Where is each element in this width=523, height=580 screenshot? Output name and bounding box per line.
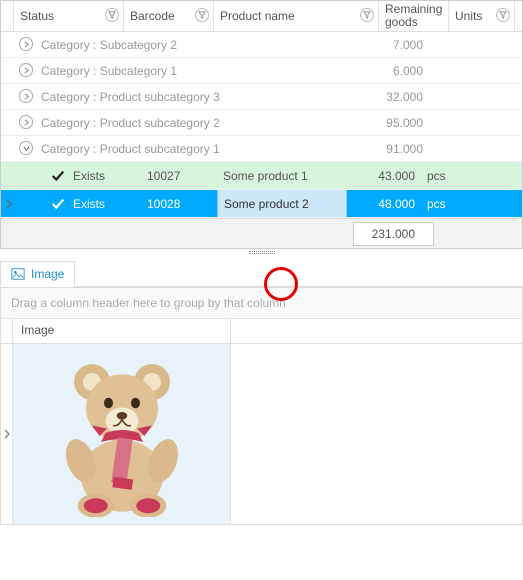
expand-icon[interactable] <box>17 141 35 156</box>
row-indicator-icon <box>3 199 15 209</box>
detail-tab-strip: Image <box>0 257 523 287</box>
group-label: Category : Product subcategory 2 <box>35 116 361 130</box>
column-label: Units <box>455 9 482 23</box>
group-total: 7.000 <box>361 38 431 52</box>
group-label: Category : Product subcategory 1 <box>35 142 361 156</box>
group-row[interactable]: Category : Product subcategory 191.000 <box>1 136 522 162</box>
group-label: Category : Product subcategory 3 <box>35 90 361 104</box>
column-header-product-name[interactable]: Product name <box>214 1 379 31</box>
products-grid: Status Barcode Product name Remaining go… <box>0 0 523 249</box>
image-grid: Drag a column header here to group by th… <box>0 287 523 525</box>
row-selector-header <box>1 319 13 343</box>
splitter-handle-icon <box>249 251 275 254</box>
summary-row: 231.000 <box>1 218 522 248</box>
cell-remaining: 43.000 <box>347 169 421 183</box>
group-total: 91.000 <box>361 142 431 156</box>
group-row[interactable]: Category : Subcategory 27.000 <box>1 32 522 58</box>
cell-barcode: 10027 <box>141 169 217 183</box>
row-selector-header <box>1 1 14 31</box>
check-icon <box>51 169 65 183</box>
column-label: Barcode <box>130 9 175 23</box>
cell-remaining: 48.000 <box>347 197 421 211</box>
group-total: 95.000 <box>361 116 431 130</box>
column-header-remaining[interactable]: Remaining goods <box>379 1 449 31</box>
column-label: Remaining goods <box>385 3 442 29</box>
summary-total: 231.000 <box>353 222 434 246</box>
expand-icon[interactable] <box>17 89 35 104</box>
expand-icon[interactable] <box>17 37 35 52</box>
filter-icon[interactable] <box>360 8 374 22</box>
group-label: Category : Subcategory 1 <box>35 64 361 78</box>
group-row[interactable]: Category : Subcategory 16.000 <box>1 58 522 84</box>
image-row <box>1 344 522 524</box>
cell-product-name: Some product 2 <box>217 190 347 217</box>
column-header-row: Status Barcode Product name Remaining go… <box>1 1 522 32</box>
status-text: Exists <box>73 169 105 183</box>
column-label: Status <box>20 9 54 23</box>
group-row[interactable]: Category : Product subcategory 295.000 <box>1 110 522 136</box>
table-row[interactable]: Exists 10027Some product 143.000pcs <box>1 162 522 190</box>
row-indicator[interactable] <box>1 344 13 524</box>
filter-icon[interactable] <box>105 8 119 22</box>
cell-status: Exists <box>45 197 141 211</box>
check-icon <box>51 197 65 211</box>
column-label: Image <box>21 323 54 337</box>
cell-units: pcs <box>421 197 461 211</box>
table-row[interactable]: Exists 10028Some product 248.000pcs <box>1 190 522 218</box>
group-total: 32.000 <box>361 90 431 104</box>
cell-units: pcs <box>421 169 461 183</box>
teddy-bear-image <box>47 352 197 517</box>
cell-status: Exists <box>45 169 141 183</box>
image-cell[interactable] <box>13 344 231 524</box>
column-label: Product name <box>220 9 295 23</box>
cell-barcode: 10028 <box>141 197 217 211</box>
group-label: Category : Subcategory 2 <box>35 38 361 52</box>
column-header-barcode[interactable]: Barcode <box>124 1 214 31</box>
group-by-hint[interactable]: Drag a column header here to group by th… <box>1 288 522 319</box>
tab-image[interactable]: Image <box>0 261 75 287</box>
filter-icon[interactable] <box>195 8 209 22</box>
expand-icon[interactable] <box>17 63 35 78</box>
cell-product-name: Some product 1 <box>217 169 347 183</box>
filter-icon[interactable] <box>496 8 510 22</box>
column-header-units[interactable]: Units <box>449 1 515 31</box>
column-header-status[interactable]: Status <box>14 1 124 31</box>
image-icon <box>11 267 25 281</box>
group-total: 6.000 <box>361 64 431 78</box>
status-text: Exists <box>73 197 105 211</box>
tab-label: Image <box>31 267 64 281</box>
column-header-image[interactable]: Image <box>13 319 231 343</box>
group-row[interactable]: Category : Product subcategory 332.000 <box>1 84 522 110</box>
splitter[interactable] <box>0 249 523 257</box>
image-column-header-row: Image <box>1 319 522 344</box>
expand-icon[interactable] <box>17 115 35 130</box>
